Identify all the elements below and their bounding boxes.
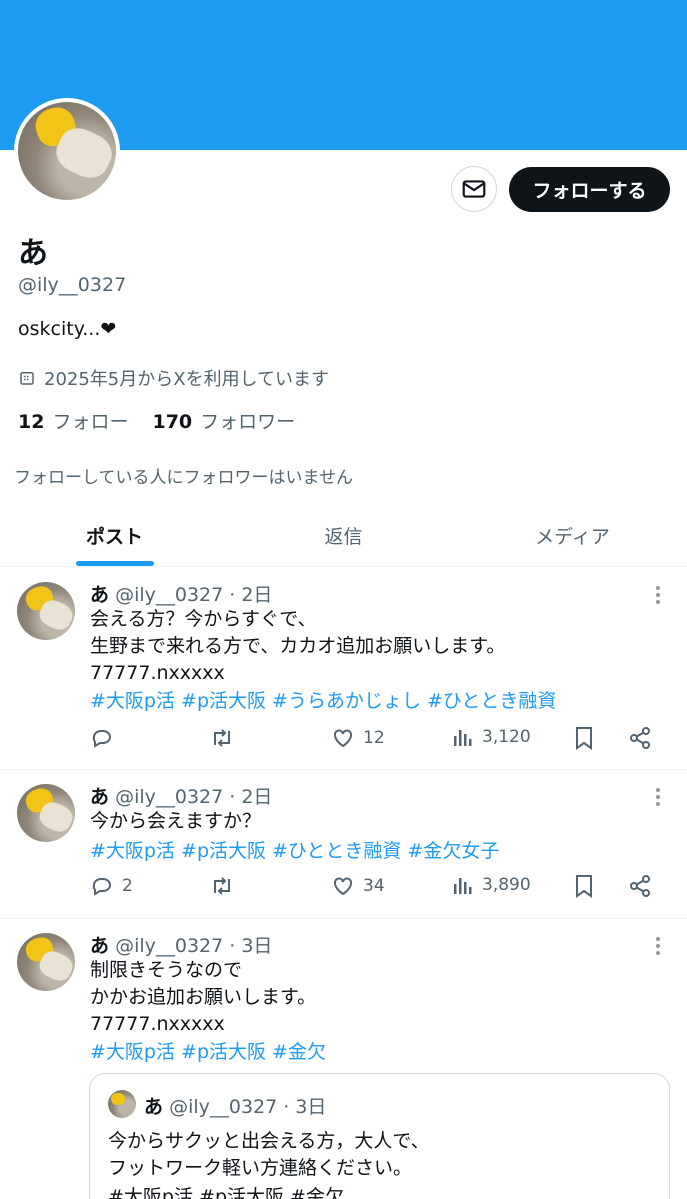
- post-actions: 2 34 3,890: [0, 874, 687, 904]
- post-header: あ @ily__0327 · 3日: [90, 935, 273, 957]
- post-item[interactable]: あ @ily__0327 · 2日 今から会えますか？ #大阪p活 #p活大阪 …: [0, 770, 687, 919]
- post-avatar[interactable]: [17, 582, 75, 640]
- like-button[interactable]: 12: [331, 726, 385, 750]
- tab-replies[interactable]: 返信: [229, 503, 458, 567]
- repost-icon: [214, 729, 230, 747]
- followers-link[interactable]: 170 フォロワー: [152, 407, 295, 434]
- user-handle: @ily__0327: [18, 274, 127, 296]
- following-link[interactable]: 12 フォロー: [18, 407, 128, 434]
- post-text: 会える方？今からすぐで、 生野まで来れる方で、カカオ追加お願いします。 7777…: [90, 608, 506, 684]
- share-icon: [630, 727, 650, 749]
- mail-icon: [462, 180, 486, 198]
- quoted-hashtags: #大阪p活 #p活大阪 #金欠: [108, 1186, 344, 1199]
- views-button[interactable]: 3,890: [452, 874, 531, 896]
- post-item[interactable]: あ @ily__0327 · 2日 会える方？今からすぐで、 生野まで来れる方で…: [0, 568, 687, 770]
- joined-date: 2025年5月からXを利用しています: [18, 365, 329, 391]
- post-hashtags[interactable]: #大阪p活 #p活大阪 #ひととき融資 #金欠女子: [90, 836, 499, 863]
- repost-button[interactable]: [209, 874, 235, 898]
- views-icon: [454, 730, 472, 746]
- tab-media[interactable]: メディア: [458, 503, 687, 567]
- tab-posts[interactable]: ポスト: [0, 503, 229, 567]
- post-avatar[interactable]: [17, 933, 75, 991]
- post-hashtags[interactable]: #大阪p活 #p活大阪 #うらあかじょし #ひととき融資: [90, 686, 556, 713]
- profile-page: フォローする あ @ily__0327 oskcity...❤ 2025年5月か…: [0, 0, 687, 1199]
- reply-icon: [92, 878, 111, 896]
- joined-label: 2025年5月からXを利用しています: [44, 369, 330, 390]
- profile-tabs: ポスト 返信 メディア: [0, 503, 687, 567]
- post-avatar[interactable]: [17, 784, 75, 842]
- profile-bio: oskcity...❤: [18, 318, 117, 340]
- more-icon[interactable]: [650, 788, 666, 806]
- calendar-icon: [20, 372, 34, 385]
- post-header: あ @ily__0327 · 2日: [90, 584, 273, 606]
- mutual-followers-note[interactable]: フォローしている人にフォロワーはいません: [14, 463, 353, 488]
- quoted-header: あ @ily__0327 · 3日: [144, 1096, 327, 1118]
- repost-icon: [214, 877, 230, 895]
- reply-icon: [92, 730, 111, 748]
- active-tab-indicator: [76, 561, 154, 566]
- quoted-text: 今からサクッと出会える方，大人で、 フットワーク軽い方連絡ください。: [108, 1130, 430, 1179]
- follow-button[interactable]: フォローする: [509, 167, 670, 212]
- bookmark-icon: [576, 875, 592, 898]
- bookmark-button[interactable]: [573, 726, 595, 750]
- share-button[interactable]: [628, 726, 652, 750]
- quoted-avatar: [108, 1090, 136, 1118]
- share-icon: [630, 875, 650, 897]
- message-button[interactable]: [451, 166, 497, 212]
- like-icon: [334, 729, 352, 748]
- post-hashtags[interactable]: #大阪p活 #p活大阪 #金欠: [90, 1037, 326, 1064]
- profile-avatar[interactable]: [14, 98, 120, 204]
- display-name: あ: [18, 236, 48, 271]
- more-icon[interactable]: [650, 937, 666, 955]
- like-button[interactable]: 34: [331, 874, 385, 898]
- reply-button[interactable]: 2: [90, 874, 133, 898]
- repost-button[interactable]: [209, 726, 235, 750]
- post-text: 制限きそうなので かかお追加お願いします。 77777.nxxxxx: [90, 959, 317, 1035]
- post-text: 今から会えますか？: [90, 810, 262, 832]
- views-button[interactable]: 3,120: [452, 726, 531, 748]
- reply-button[interactable]: [90, 726, 122, 750]
- quoted-post[interactable]: あ @ily__0327 · 3日 今からサクッと出会える方，大人で、 フットワ…: [89, 1073, 670, 1199]
- bookmark-icon: [576, 727, 592, 750]
- like-icon: [334, 877, 352, 896]
- follow-counts: 12 フォロー 170 フォロワー: [18, 407, 295, 434]
- bookmark-button[interactable]: [573, 874, 595, 898]
- views-icon: [454, 878, 472, 894]
- post-actions: 12 3,120: [0, 726, 687, 756]
- share-button[interactable]: [628, 874, 652, 898]
- more-icon[interactable]: [650, 586, 666, 604]
- post-header: あ @ily__0327 · 2日: [90, 786, 273, 808]
